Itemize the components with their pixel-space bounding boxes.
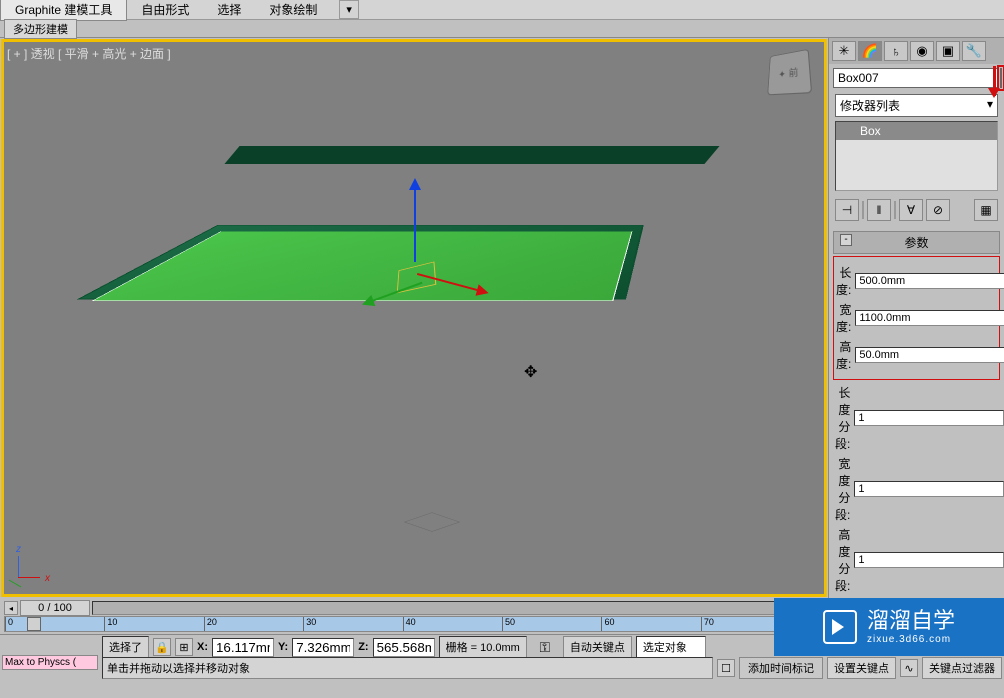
viewport-label[interactable]: [ + ] 透视 [ 平滑 + 高光 + 边面 ] — [7, 45, 171, 62]
lseg-input[interactable] — [854, 410, 1004, 426]
hseg-input[interactable] — [854, 552, 1004, 568]
z-input[interactable] — [373, 638, 435, 657]
autokey-button[interactable]: 自动关键点 — [563, 636, 632, 658]
command-panel: ✳ 🌈 ♄ ◉ ▣ 🔧 修改器列表▾ Box ⊣ ‖ ∀ ⊘ — [828, 38, 1004, 598]
annotation-arrow-icon — [993, 66, 996, 96]
gizmo-z-axis[interactable] — [414, 182, 416, 262]
y-label: Y: — [278, 641, 288, 653]
play-icon — [823, 610, 857, 644]
remove-modifier-icon[interactable]: ⊘ — [926, 199, 950, 221]
modifier-item-box[interactable]: Box — [836, 122, 997, 140]
lseg-label: 长度分段: — [835, 384, 850, 452]
grid-display: 栅格 = 10.0mm — [439, 636, 527, 658]
selected-object-dropdown[interactable]: 选定对象 — [636, 636, 706, 658]
object-color-swatch[interactable] — [1000, 68, 1002, 88]
setkey-button[interactable]: 设置关键点 — [827, 657, 896, 679]
gizmo-y-axis[interactable] — [365, 282, 422, 304]
z-label: Z: — [358, 641, 368, 653]
show-end-result-icon[interactable]: ‖ — [867, 199, 891, 221]
tab-motion-icon[interactable]: ◉ — [910, 41, 934, 61]
absolute-mode-icon[interactable]: ⊞ — [175, 638, 193, 656]
ribbon-menubar: Graphite 建模工具 自由形式 选择 对象绘制 ▾ — [0, 0, 1004, 20]
tab-hierarchy-icon[interactable]: ♄ — [884, 41, 908, 61]
prompt-line: 单击并拖动以选择并移动对象 — [102, 657, 713, 679]
move-cursor-icon: ✥ — [524, 362, 544, 382]
menu-freeform[interactable]: 自由形式 — [127, 0, 203, 20]
y-input[interactable] — [292, 638, 354, 657]
width-label: 宽度: — [836, 301, 851, 335]
wseg-input[interactable] — [854, 481, 1004, 497]
watermark: 溜溜自学 zixue.3d66.com — [774, 598, 1004, 656]
height-input[interactable] — [855, 347, 1004, 363]
hseg-label: 高度分段: — [835, 526, 850, 594]
annotation-highlight-box: 长度: ▴▾ 宽度: ▴▾ 高度: ▴▾ — [833, 256, 1000, 380]
selection-status: 选择了 — [102, 636, 149, 658]
command-panel-tabs: ✳ 🌈 ♄ ◉ ▣ 🔧 — [829, 38, 1004, 64]
menu-objpaint[interactable]: 对象绘制 — [255, 0, 331, 20]
time-prev-icon[interactable]: ◂ — [4, 601, 18, 615]
wseg-label: 宽度分段: — [835, 455, 850, 523]
configure-sets-icon[interactable]: ▦ — [974, 199, 998, 221]
key-filter-button[interactable]: 关键点过滤器 — [922, 657, 1002, 679]
tab-poly-model[interactable]: 多边形建模 — [4, 19, 77, 39]
rollup-collapse-icon[interactable]: - — [840, 234, 852, 246]
time-frame-display[interactable]: 0 / 100 — [20, 600, 90, 616]
maxscript-listener[interactable]: Max to Physcs ( — [2, 655, 98, 670]
menu-dropdown-icon[interactable]: ▾ — [339, 0, 359, 19]
move-gizmo[interactable] — [354, 182, 474, 322]
object-name-input[interactable] — [833, 68, 998, 88]
viewport-perspective[interactable]: [ + ] 透视 [ 平滑 + 高光 + 边面 ] ✦ 前 ✥ — [1, 39, 827, 597]
tab-create-icon[interactable]: ✳ — [832, 41, 856, 61]
modifier-list-dropdown[interactable]: 修改器列表▾ — [835, 94, 998, 117]
tab-display-icon[interactable]: ▣ — [936, 41, 960, 61]
length-label: 长度: — [836, 264, 851, 298]
key-icon[interactable]: ⚿ — [531, 637, 559, 657]
x-label: X: — [197, 641, 208, 653]
tab-modify-icon[interactable]: 🌈 — [858, 41, 882, 61]
ground-grid-icon — [402, 502, 462, 532]
axis-tripod-icon — [12, 546, 52, 586]
pin-stack-icon[interactable]: ⊣ — [835, 199, 859, 221]
menu-select[interactable]: 选择 — [203, 0, 255, 20]
x-input[interactable] — [212, 638, 274, 657]
secondary-toolbar: 多边形建模 — [0, 20, 1004, 38]
time-thumb[interactable] — [27, 617, 41, 631]
modifier-stack[interactable]: Box — [835, 121, 998, 191]
add-time-tag-button[interactable]: 添加时间标记 — [739, 657, 823, 679]
viewcube[interactable]: ✦ 前 — [767, 49, 812, 95]
tab-utilities-icon[interactable]: 🔧 — [962, 41, 986, 61]
rollup-parameters[interactable]: - 参数 — [833, 231, 1000, 254]
length-input[interactable] — [855, 273, 1004, 289]
key-filter-icon[interactable]: ∿ — [900, 659, 918, 677]
width-input[interactable] — [855, 310, 1004, 326]
lock-selection-icon[interactable]: 🔒 — [153, 638, 171, 656]
height-label: 高度: — [836, 338, 851, 372]
isolate-icon[interactable]: ☐ — [717, 659, 735, 677]
make-unique-icon[interactable]: ∀ — [899, 199, 923, 221]
